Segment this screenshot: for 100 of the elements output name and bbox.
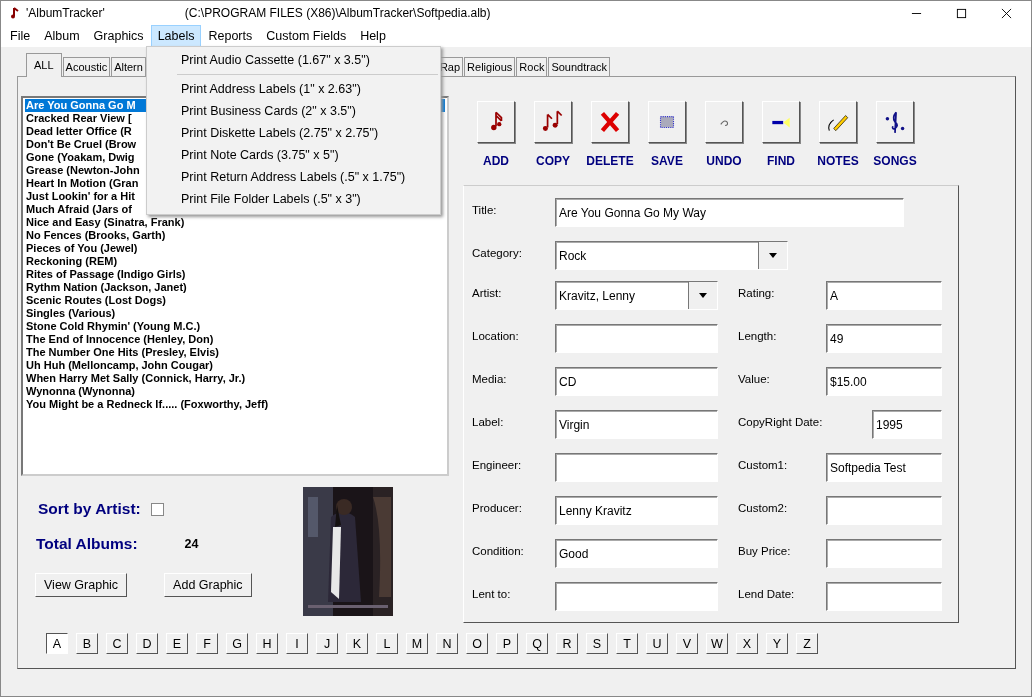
- toolbar-button[interactable]: [876, 101, 914, 143]
- album-list-item[interactable]: The End of Innocence (Henley, Don): [25, 333, 445, 346]
- menu-item[interactable]: File: [3, 25, 38, 47]
- toolbar-label: ADD: [483, 154, 509, 168]
- album-list-item[interactable]: Singles (Various): [25, 307, 445, 320]
- letter-button[interactable]: I: [286, 633, 308, 654]
- album-list-item[interactable]: Uh Huh (Melloncamp, John Cougar): [25, 359, 445, 372]
- letter-button[interactable]: S: [586, 633, 608, 654]
- letter-button[interactable]: V: [676, 633, 698, 654]
- letter-button[interactable]: L: [376, 633, 398, 654]
- menu-option[interactable]: Print Diskette Labels (2.75" x 2.75"): [147, 122, 440, 144]
- letter-button[interactable]: P: [496, 633, 518, 654]
- category-tab[interactable]: Acoustic: [62, 57, 111, 76]
- letter-button[interactable]: H: [256, 633, 278, 654]
- category-tab[interactable]: Soundtrack: [548, 57, 611, 76]
- category-tab[interactable]: Rock: [516, 57, 548, 76]
- menu-item[interactable]: Reports: [201, 25, 260, 47]
- letter-button[interactable]: B: [76, 633, 98, 654]
- maximize-icon[interactable]: [956, 7, 967, 19]
- input-field[interactable]: Lenny Kravitz: [555, 496, 718, 525]
- album-list-item[interactable]: Scenic Routes (Lost Dogs): [25, 294, 445, 307]
- input-field[interactable]: [555, 324, 718, 353]
- menu-option[interactable]: Print Note Cards (3.75" x 5"): [147, 144, 440, 166]
- menu-item[interactable]: Graphics: [86, 25, 151, 47]
- toolbar-label: FIND: [767, 154, 795, 168]
- dropdown-field[interactable]: Kravitz, Lenny: [555, 281, 718, 310]
- album-list-item[interactable]: Rites of Passage (Indigo Girls): [25, 268, 445, 281]
- input-field[interactable]: Good: [555, 539, 718, 568]
- input-field[interactable]: [555, 582, 718, 611]
- field-label: CopyRight Date:: [738, 415, 824, 430]
- letter-button[interactable]: D: [136, 633, 158, 654]
- graphic-button[interactable]: Add Graphic: [164, 573, 252, 597]
- input-field[interactable]: CD: [555, 367, 718, 396]
- toolbar-button[interactable]: [648, 101, 686, 143]
- category-tab[interactable]: Altern: [111, 57, 146, 76]
- toolbar-button[interactable]: [477, 101, 515, 143]
- letter-button[interactable]: E: [166, 633, 188, 654]
- sort-checkbox[interactable]: [150, 502, 164, 516]
- letter-button[interactable]: M: [406, 633, 428, 654]
- letter-button[interactable]: T: [616, 633, 638, 654]
- letter-button[interactable]: F: [196, 633, 218, 654]
- letter-button[interactable]: Z: [796, 633, 818, 654]
- input-field[interactable]: $15.00: [826, 367, 942, 396]
- input-field[interactable]: [826, 496, 942, 525]
- input-field[interactable]: A: [826, 281, 942, 310]
- menu-item[interactable]: Custom Fields: [259, 25, 354, 47]
- input-field[interactable]: 1995: [872, 410, 942, 439]
- album-list-item[interactable]: Wynonna (Wynonna): [25, 385, 445, 398]
- toolbar-label: NOTES: [817, 154, 859, 168]
- letter-button[interactable]: J: [316, 633, 338, 654]
- album-list-item[interactable]: No Fences (Brooks, Garth): [25, 229, 445, 242]
- toolbar-label: DELETE: [586, 154, 634, 168]
- menu-option[interactable]: Print Return Address Labels (.5" x 1.75"): [147, 166, 440, 188]
- album-list-item[interactable]: You Might be a Redneck If..... (Foxworthy, Jeff): [25, 398, 445, 411]
- toolbar-button[interactable]: [819, 101, 857, 143]
- album-list-item[interactable]: Nice and Easy (Sinatra, Frank): [25, 216, 445, 229]
- album-list-item[interactable]: Stone Cold Rhymin' (Young M.C.): [25, 320, 445, 333]
- input-field[interactable]: Softpedia Test: [826, 453, 942, 482]
- letter-button[interactable]: W: [706, 633, 728, 654]
- field-label: Label:: [472, 415, 505, 430]
- menu-item[interactable]: Labels: [150, 25, 202, 47]
- letter-button[interactable]: K: [346, 633, 368, 654]
- menu-item[interactable]: Album: [37, 25, 87, 47]
- category-tab[interactable]: Religious: [464, 57, 516, 76]
- toolbar-button[interactable]: [534, 101, 572, 143]
- input-field[interactable]: [826, 539, 942, 568]
- input-field[interactable]: 49: [826, 324, 942, 353]
- menu-item[interactable]: Help: [353, 25, 393, 47]
- album-list-item[interactable]: Pieces of You (Jewel): [25, 242, 445, 255]
- dropdown-field[interactable]: Rock: [555, 241, 788, 270]
- menu-option[interactable]: Print Business Cards (2" x 3.5"): [147, 100, 440, 122]
- menu-option[interactable]: Print Address Labels (1" x 2.63"): [147, 78, 440, 100]
- album-list-item[interactable]: The Number One Hits (Presley, Elvis): [25, 346, 445, 359]
- field-label: Custom1:: [738, 458, 789, 473]
- field-label: Buy Price:: [738, 544, 792, 559]
- input-field[interactable]: Virgin: [555, 410, 718, 439]
- close-icon[interactable]: [1001, 7, 1012, 19]
- field-label: Producer:: [472, 501, 523, 516]
- toolbar-button[interactable]: [591, 101, 629, 143]
- input-field[interactable]: Are You Gonna Go My Way: [555, 198, 904, 227]
- toolbar-button[interactable]: [705, 101, 743, 143]
- input-field[interactable]: [826, 582, 942, 611]
- category-tab[interactable]: ALL: [26, 53, 62, 77]
- album-list-item[interactable]: Reckoning (REM): [25, 255, 445, 268]
- letter-button[interactable]: Y: [766, 633, 788, 654]
- letter-button[interactable]: N: [436, 633, 458, 654]
- letter-button[interactable]: G: [226, 633, 248, 654]
- toolbar-button[interactable]: [762, 101, 800, 143]
- letter-button[interactable]: U: [646, 633, 668, 654]
- graphic-button[interactable]: View Graphic: [35, 573, 128, 597]
- letter-button[interactable]: Q: [526, 633, 548, 654]
- album-list-item[interactable]: Rythm Nation (Jackson, Janet): [25, 281, 445, 294]
- letter-button[interactable]: O: [466, 633, 488, 654]
- input-field[interactable]: [555, 453, 718, 482]
- menu-option[interactable]: Print File Folder Labels (.5" x 3"): [147, 188, 440, 210]
- letter-button[interactable]: R: [556, 633, 578, 654]
- letter-button[interactable]: C: [106, 633, 128, 654]
- letter-button[interactable]: X: [736, 633, 758, 654]
- letter-button[interactable]: A: [46, 633, 68, 654]
- album-list-item[interactable]: When Harry Met Sally (Connick, Harry, Jr.): [25, 372, 445, 385]
